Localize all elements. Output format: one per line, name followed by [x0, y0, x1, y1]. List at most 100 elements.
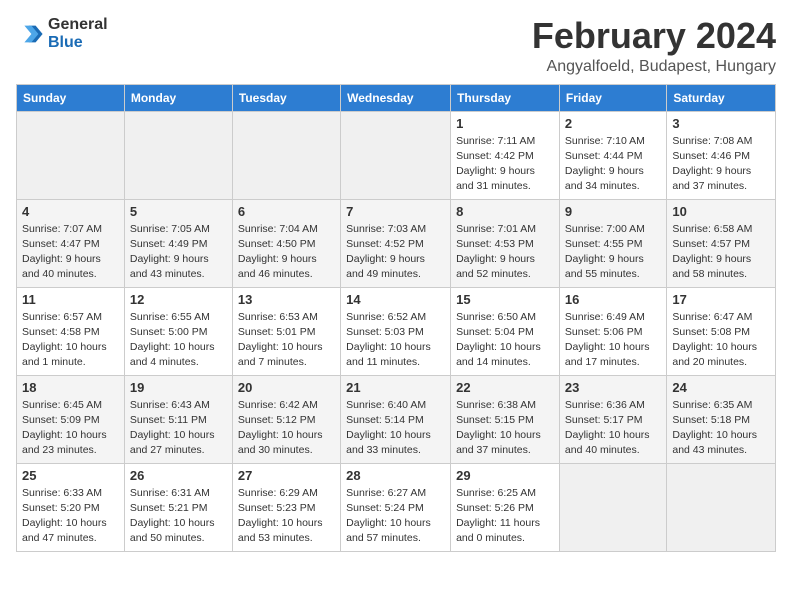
calendar-cell: 10 Sunrise: 6:58 AMSunset: 4:57 PMDayligh… — [667, 199, 776, 287]
day-info: Sunrise: 7:11 AMSunset: 4:42 PMDaylight:… — [456, 134, 554, 195]
calendar-cell: 7 Sunrise: 7:03 AMSunset: 4:52 PMDaylight… — [341, 199, 451, 287]
calendar-cell: 22 Sunrise: 6:38 AMSunset: 5:15 PMDayligh… — [451, 375, 560, 463]
day-info: Sunrise: 6:57 AMSunset: 4:58 PMDaylight:… — [22, 310, 119, 371]
day-info: Sunrise: 7:00 AMSunset: 4:55 PMDaylight:… — [565, 222, 661, 283]
day-number: 9 — [565, 204, 661, 219]
day-number: 25 — [22, 468, 119, 483]
day-info: Sunrise: 6:29 AMSunset: 5:23 PMDaylight:… — [238, 486, 335, 547]
day-info: Sunrise: 6:25 AMSunset: 5:26 PMDaylight:… — [456, 486, 554, 547]
day-info: Sunrise: 6:27 AMSunset: 5:24 PMDaylight:… — [346, 486, 445, 547]
day-number: 11 — [22, 292, 119, 307]
calendar-table: SundayMondayTuesdayWednesdayThursdayFrid… — [16, 84, 776, 552]
calendar-cell: 3 Sunrise: 7:08 AMSunset: 4:46 PMDaylight… — [667, 111, 776, 199]
calendar-cell: 5 Sunrise: 7:05 AMSunset: 4:49 PMDaylight… — [124, 199, 232, 287]
month-title: February 2024 — [532, 16, 776, 56]
weekday-header: Saturday — [667, 84, 776, 111]
calendar-cell: 25 Sunrise: 6:33 AMSunset: 5:20 PMDayligh… — [17, 463, 125, 551]
day-number: 22 — [456, 380, 554, 395]
calendar-cell: 17 Sunrise: 6:47 AMSunset: 5:08 PMDayligh… — [667, 287, 776, 375]
day-number: 14 — [346, 292, 445, 307]
calendar-cell — [559, 463, 666, 551]
day-info: Sunrise: 6:38 AMSunset: 5:15 PMDaylight:… — [456, 398, 554, 459]
logo-text: General Blue — [48, 16, 108, 52]
calendar-week-row: 25 Sunrise: 6:33 AMSunset: 5:20 PMDayligh… — [17, 463, 776, 551]
day-info: Sunrise: 6:43 AMSunset: 5:11 PMDaylight:… — [130, 398, 227, 459]
calendar-cell: 21Sunrise: 6:40 AMSunset: 5:14 PMDayligh… — [341, 375, 451, 463]
calendar-cell: 1 Sunrise: 7:11 AMSunset: 4:42 PMDaylight… — [451, 111, 560, 199]
day-info: Sunrise: 6:49 AMSunset: 5:06 PMDaylight:… — [565, 310, 661, 371]
calendar-cell: 2 Sunrise: 7:10 AMSunset: 4:44 PMDaylight… — [559, 111, 666, 199]
day-number: 8 — [456, 204, 554, 219]
day-info: Sunrise: 6:55 AMSunset: 5:00 PMDaylight:… — [130, 310, 227, 371]
day-info: Sunrise: 6:40 AMSunset: 5:14 PMDaylight:… — [346, 398, 445, 459]
day-info: Sunrise: 6:53 AMSunset: 5:01 PMDaylight:… — [238, 310, 335, 371]
day-info: Sunrise: 7:05 AMSunset: 4:49 PMDaylight:… — [130, 222, 227, 283]
logo-icon — [16, 20, 44, 48]
day-info: Sunrise: 7:04 AMSunset: 4:50 PMDaylight:… — [238, 222, 335, 283]
day-number: 13 — [238, 292, 335, 307]
day-number: 16 — [565, 292, 661, 307]
day-number: 5 — [130, 204, 227, 219]
weekday-header: Friday — [559, 84, 666, 111]
day-info: Sunrise: 6:31 AMSunset: 5:21 PMDaylight:… — [130, 486, 227, 547]
day-number: 20 — [238, 380, 335, 395]
day-info: Sunrise: 6:45 AMSunset: 5:09 PMDaylight:… — [22, 398, 119, 459]
calendar-cell: 11 Sunrise: 6:57 AMSunset: 4:58 PMDayligh… — [17, 287, 125, 375]
location-title: Angyalfoeld, Budapest, Hungary — [532, 58, 776, 76]
calendar-week-row: 4Sunrise: 7:07 AMSunset: 4:47 PMDaylight… — [17, 199, 776, 287]
weekday-header-row: SundayMondayTuesdayWednesdayThursdayFrid… — [17, 84, 776, 111]
day-number: 18 — [22, 380, 119, 395]
calendar-cell: 23Sunrise: 6:36 AMSunset: 5:17 PMDayligh… — [559, 375, 666, 463]
day-number: 2 — [565, 116, 661, 131]
day-number: 24 — [672, 380, 770, 395]
calendar-cell: 27Sunrise: 6:29 AMSunset: 5:23 PMDayligh… — [232, 463, 340, 551]
day-number: 10 — [672, 204, 770, 219]
day-info: Sunrise: 7:10 AMSunset: 4:44 PMDaylight:… — [565, 134, 661, 195]
calendar-cell: 19Sunrise: 6:43 AMSunset: 5:11 PMDayligh… — [124, 375, 232, 463]
weekday-header: Tuesday — [232, 84, 340, 111]
day-info: Sunrise: 6:33 AMSunset: 5:20 PMDaylight:… — [22, 486, 119, 547]
title-block: February 2024 Angyalfoeld, Budapest, Hun… — [532, 16, 776, 76]
calendar-cell — [341, 111, 451, 199]
day-info: Sunrise: 6:47 AMSunset: 5:08 PMDaylight:… — [672, 310, 770, 371]
day-info: Sunrise: 7:07 AMSunset: 4:47 PMDaylight:… — [22, 222, 119, 283]
weekday-header: Sunday — [17, 84, 125, 111]
day-number: 29 — [456, 468, 554, 483]
weekday-header: Monday — [124, 84, 232, 111]
calendar-cell — [124, 111, 232, 199]
calendar-cell: 9 Sunrise: 7:00 AMSunset: 4:55 PMDaylight… — [559, 199, 666, 287]
calendar-cell: 24 Sunrise: 6:35 AMSunset: 5:18 PMDayligh… — [667, 375, 776, 463]
calendar-cell: 16 Sunrise: 6:49 AMSunset: 5:06 PMDayligh… — [559, 287, 666, 375]
day-info: Sunrise: 6:36 AMSunset: 5:17 PMDaylight:… — [565, 398, 661, 459]
calendar-week-row: 18 Sunrise: 6:45 AMSunset: 5:09 PMDayligh… — [17, 375, 776, 463]
day-info: Sunrise: 6:42 AMSunset: 5:12 PMDaylight:… — [238, 398, 335, 459]
page-header: General Blue February 2024 Angyalfoeld, … — [16, 16, 776, 76]
calendar-week-row: 1 Sunrise: 7:11 AMSunset: 4:42 PMDaylight… — [17, 111, 776, 199]
calendar-cell: 26 Sunrise: 6:31 AMSunset: 5:21 PMDayligh… — [124, 463, 232, 551]
day-info: Sunrise: 7:08 AMSunset: 4:46 PMDaylight:… — [672, 134, 770, 195]
calendar-cell: 18 Sunrise: 6:45 AMSunset: 5:09 PMDayligh… — [17, 375, 125, 463]
day-info: Sunrise: 7:03 AMSunset: 4:52 PMDaylight:… — [346, 222, 445, 283]
day-number: 3 — [672, 116, 770, 131]
calendar-cell: 8Sunrise: 7:01 AMSunset: 4:53 PMDaylight… — [451, 199, 560, 287]
calendar-cell: 14 Sunrise: 6:52 AMSunset: 5:03 PMDayligh… — [341, 287, 451, 375]
calendar-week-row: 11 Sunrise: 6:57 AMSunset: 4:58 PMDayligh… — [17, 287, 776, 375]
day-number: 17 — [672, 292, 770, 307]
day-number: 1 — [456, 116, 554, 131]
logo: General Blue — [16, 16, 108, 52]
day-info: Sunrise: 6:52 AMSunset: 5:03 PMDaylight:… — [346, 310, 445, 371]
weekday-header: Thursday — [451, 84, 560, 111]
calendar-cell: 15Sunrise: 6:50 AMSunset: 5:04 PMDayligh… — [451, 287, 560, 375]
calendar-cell: 4Sunrise: 7:07 AMSunset: 4:47 PMDaylight… — [17, 199, 125, 287]
calendar-cell: 20 Sunrise: 6:42 AMSunset: 5:12 PMDayligh… — [232, 375, 340, 463]
day-number: 26 — [130, 468, 227, 483]
weekday-header: Wednesday — [341, 84, 451, 111]
day-number: 6 — [238, 204, 335, 219]
day-info: Sunrise: 6:58 AMSunset: 4:57 PMDaylight:… — [672, 222, 770, 283]
calendar-cell: 6 Sunrise: 7:04 AMSunset: 4:50 PMDaylight… — [232, 199, 340, 287]
calendar-cell: 12Sunrise: 6:55 AMSunset: 5:00 PMDayligh… — [124, 287, 232, 375]
calendar-cell: 29 Sunrise: 6:25 AMSunset: 5:26 PMDayligh… — [451, 463, 560, 551]
day-info: Sunrise: 6:35 AMSunset: 5:18 PMDaylight:… — [672, 398, 770, 459]
calendar-cell — [232, 111, 340, 199]
day-number: 7 — [346, 204, 445, 219]
